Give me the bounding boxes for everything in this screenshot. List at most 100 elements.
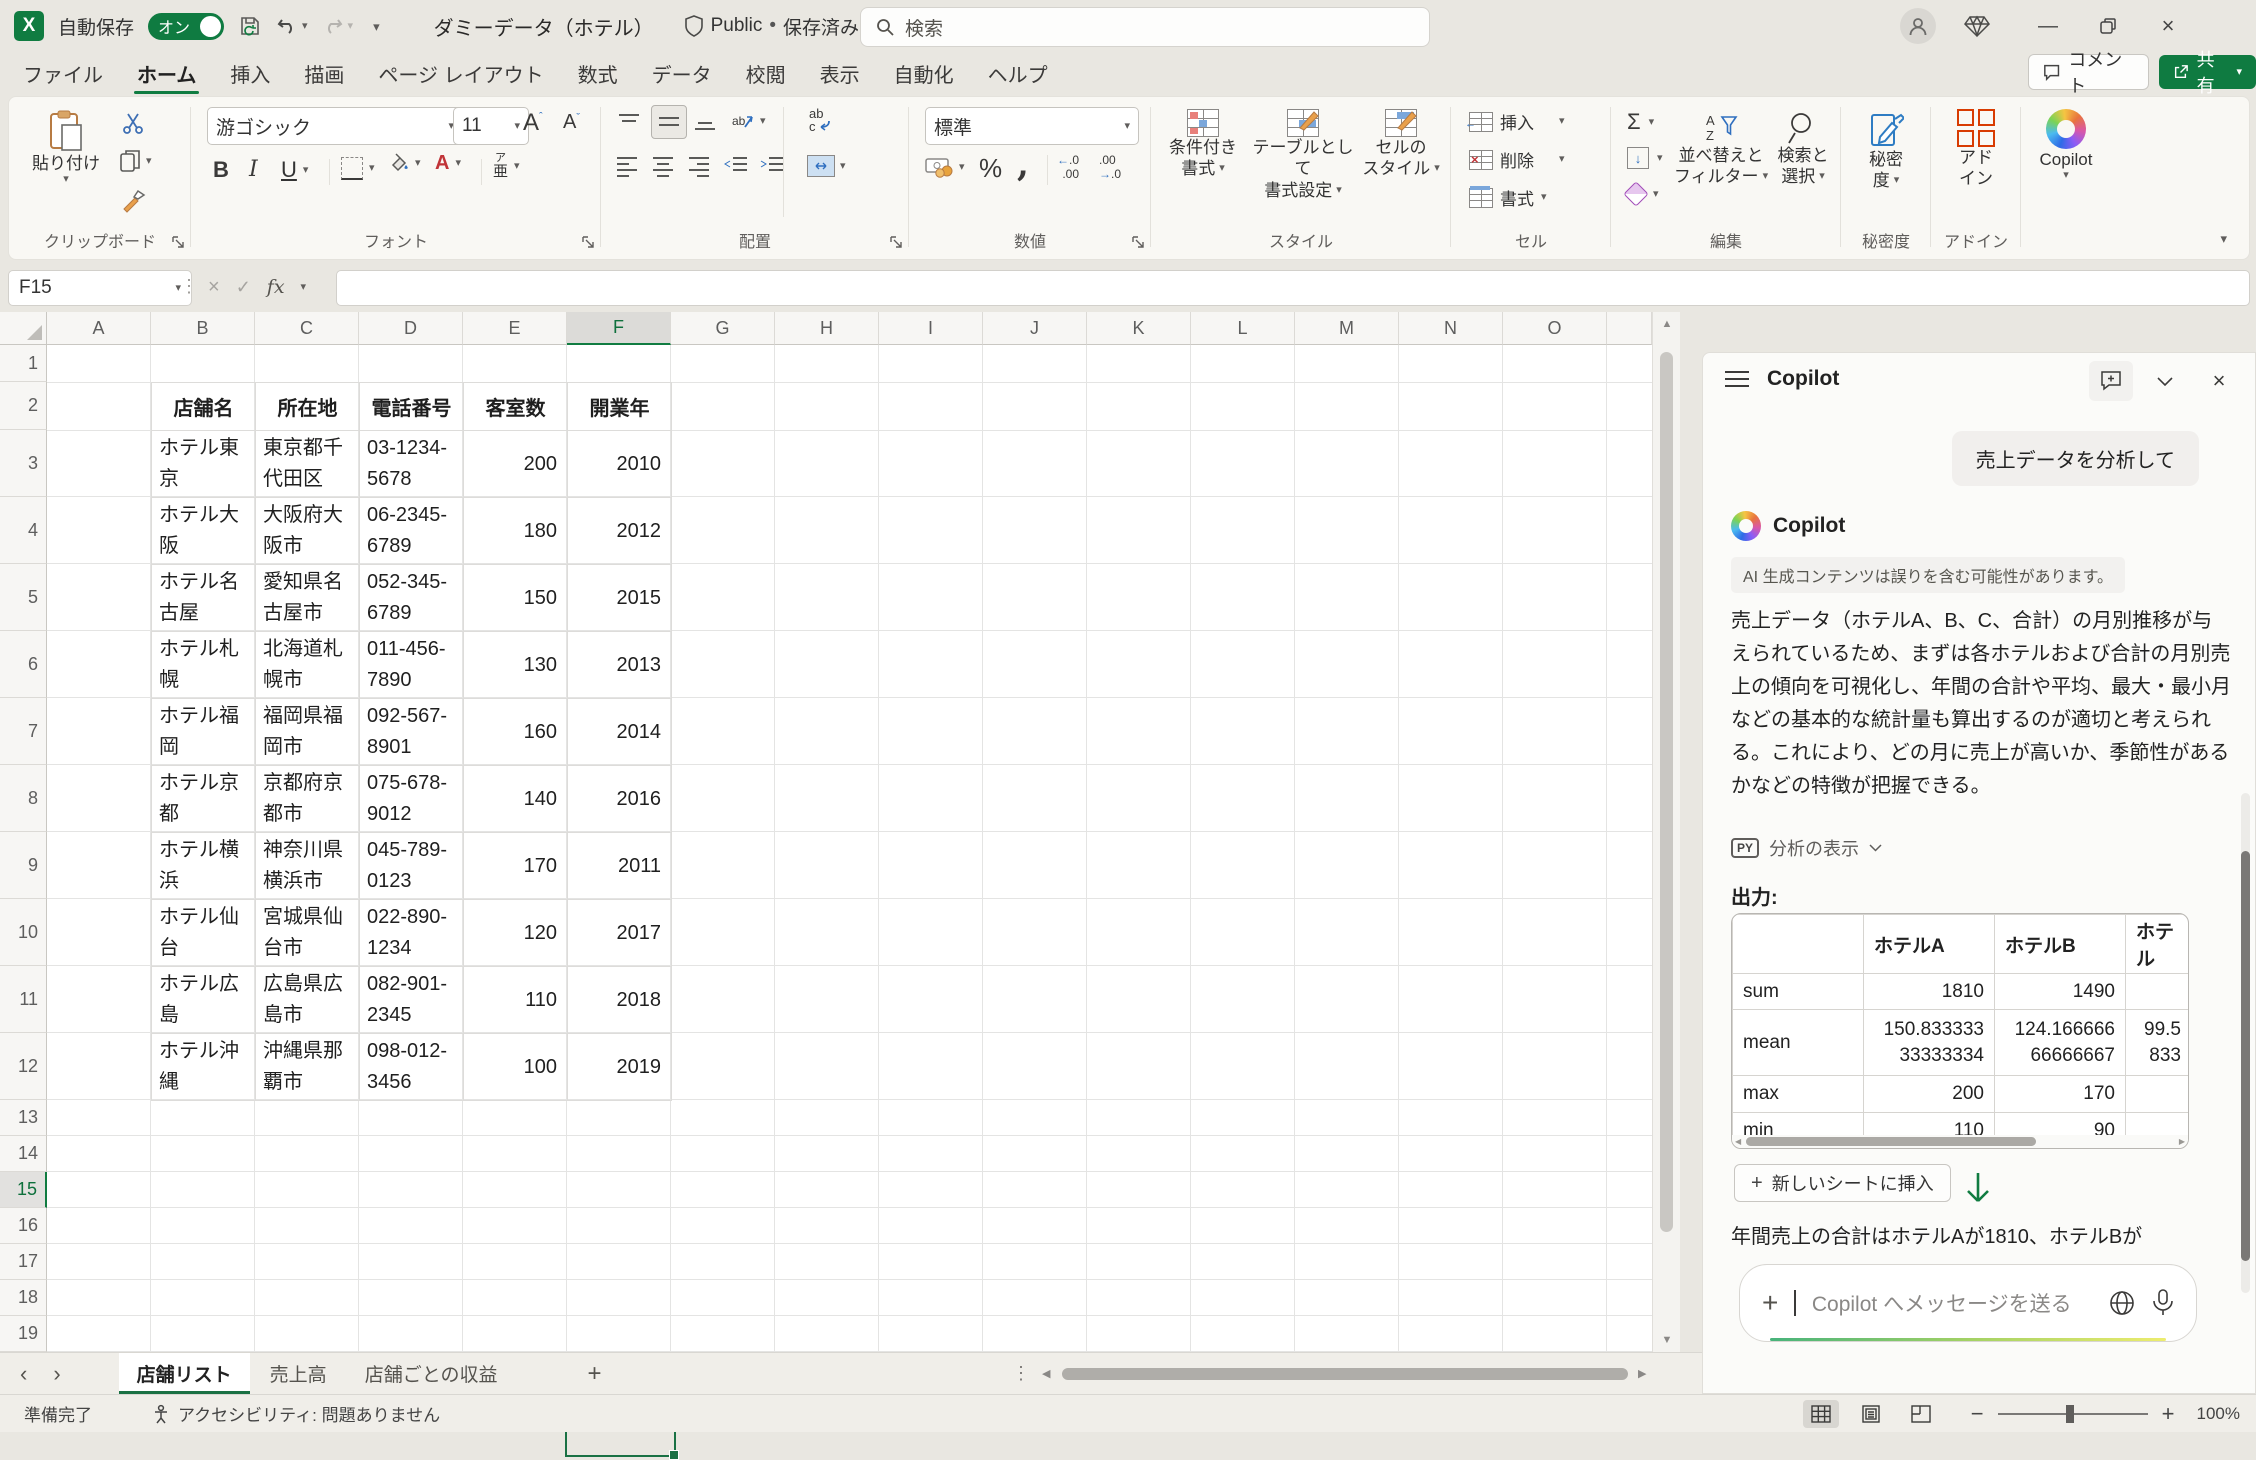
zoom-out-icon[interactable]: − xyxy=(1971,1401,1984,1427)
column-header[interactable]: D xyxy=(359,312,463,345)
microphone-icon[interactable] xyxy=(2152,1289,2174,1317)
save-icon[interactable] xyxy=(238,14,262,38)
row-header[interactable]: 1 xyxy=(0,345,47,382)
decrease-indent-button[interactable] xyxy=(723,153,749,177)
bold-button[interactable]: B xyxy=(213,157,229,183)
new-chat-button[interactable] xyxy=(2089,361,2133,401)
zoom-in-icon[interactable]: + xyxy=(2162,1401,2175,1427)
cell-phone[interactable]: 082-901-2345 xyxy=(360,967,464,1034)
cell-location[interactable]: 福岡県福岡市 xyxy=(256,699,360,766)
cell-store-name[interactable]: ホテル大阪 xyxy=(152,498,256,565)
column-header[interactable]: J xyxy=(983,312,1087,345)
row-header[interactable]: 2 xyxy=(0,382,47,430)
cell-store-name[interactable]: ホテル名古屋 xyxy=(152,565,256,632)
cell-opening-year[interactable]: 2017 xyxy=(568,900,672,967)
paste-button[interactable]: 貼り付け▾ xyxy=(23,109,109,185)
align-bottom-button[interactable] xyxy=(693,111,717,133)
document-title[interactable]: ダミーデータ（ホテル） xyxy=(434,12,654,41)
autosave-toggle[interactable]: オン xyxy=(148,13,224,40)
cell-phone[interactable]: 03-1234-5678 xyxy=(360,431,464,498)
cell-opening-year[interactable]: 2016 xyxy=(568,766,672,833)
cell-location[interactable]: 宮城県仙台市 xyxy=(256,900,360,967)
borders-button[interactable]: ▾ xyxy=(341,157,375,180)
normal-view-button[interactable] xyxy=(1803,1400,1839,1428)
premium-gem-icon[interactable] xyxy=(1964,14,1990,38)
merge-center-button[interactable]: ▾ xyxy=(807,155,846,177)
sort-filter-button[interactable]: AZ 並べ替えと フィルター▾ xyxy=(1673,111,1769,188)
tab-help[interactable]: ヘルプ xyxy=(971,52,1065,94)
cell-phone[interactable]: 06-2345-6789 xyxy=(360,498,464,565)
column-header[interactable] xyxy=(1607,312,1652,345)
row-header[interactable]: 18 xyxy=(0,1280,47,1316)
row-header[interactable]: 5 xyxy=(0,564,47,631)
cell-location[interactable]: 沖縄県那覇市 xyxy=(256,1034,360,1101)
scroll-to-bottom-icon[interactable] xyxy=(1965,1171,1991,1205)
font-name-select[interactable]: 游ゴシック▾ xyxy=(207,107,463,145)
cell-opening-year[interactable]: 2011 xyxy=(568,833,672,900)
cell-store-name[interactable]: ホテル京都 xyxy=(152,766,256,833)
cell-rooms[interactable]: 180 xyxy=(464,498,568,565)
prev-sheet-icon[interactable]: ‹ xyxy=(20,1361,27,1387)
row-header[interactable]: 10 xyxy=(0,899,47,966)
add-sheet-icon[interactable]: + xyxy=(588,1360,602,1388)
cell-location[interactable]: 東京都千代田区 xyxy=(256,431,360,498)
tab-view[interactable]: 表示 xyxy=(803,52,877,94)
output-table-container[interactable]: ホテルA ホテルB ホテル sum 1810 1490 mean xyxy=(1731,913,2189,1149)
cell-store-name[interactable]: ホテル横浜 xyxy=(152,833,256,900)
scroll-up-icon[interactable]: ▲ xyxy=(1653,318,1681,330)
share-button[interactable]: 共有▾ xyxy=(2159,55,2256,89)
cell-opening-year[interactable]: 2010 xyxy=(568,431,672,498)
cell-opening-year[interactable]: 2018 xyxy=(568,967,672,1034)
cell-store-name[interactable]: ホテル東京 xyxy=(152,431,256,498)
header-rooms[interactable]: 客室数 xyxy=(464,383,568,431)
find-select-button[interactable]: 検索と 選択▾ xyxy=(1769,111,1837,188)
select-all-corner[interactable] xyxy=(0,312,47,345)
header-opening-year[interactable]: 開業年 xyxy=(568,383,672,431)
cell-opening-year[interactable]: 2019 xyxy=(568,1034,672,1101)
cell-rooms[interactable]: 110 xyxy=(464,967,568,1034)
cell-rooms[interactable]: 170 xyxy=(464,833,568,900)
align-right-button[interactable] xyxy=(687,153,711,177)
cell-phone[interactable]: 075-678-9012 xyxy=(360,766,464,833)
wrap-text-button[interactable]: abc xyxy=(807,105,837,135)
row-header[interactable]: 15 xyxy=(0,1172,47,1208)
fill-color-button[interactable]: ▾ xyxy=(387,153,421,173)
header-location[interactable]: 所在地 xyxy=(256,383,360,431)
cell-rooms[interactable]: 160 xyxy=(464,699,568,766)
hscroll-right-icon[interactable]: ▶ xyxy=(1638,1367,1646,1380)
sheet-tab-revenue[interactable]: 店舗ごとの収益 xyxy=(347,1353,516,1394)
cell-opening-year[interactable]: 2012 xyxy=(568,498,672,565)
cut-button[interactable] xyxy=(121,111,145,135)
formula-bar-chevron-icon[interactable]: ▾ xyxy=(301,282,307,293)
tab-home[interactable]: ホーム xyxy=(120,52,213,94)
cancel-entry-icon[interactable]: × xyxy=(208,276,220,299)
row-header[interactable]: 7 xyxy=(0,698,47,765)
row-header[interactable]: 3 xyxy=(0,430,47,497)
column-header[interactable]: K xyxy=(1087,312,1191,345)
tab-automate[interactable]: 自動化 xyxy=(877,52,971,94)
cell-store-name[interactable]: ホテル広島 xyxy=(152,967,256,1034)
close-pane-button[interactable]: × xyxy=(2197,361,2241,401)
align-left-button[interactable] xyxy=(615,153,639,177)
zoom-level[interactable]: 100% xyxy=(2197,1404,2240,1424)
tab-file[interactable]: ファイル xyxy=(6,52,120,94)
cell-rooms[interactable]: 100 xyxy=(464,1034,568,1101)
avatar[interactable] xyxy=(1900,8,1936,44)
column-header[interactable]: H xyxy=(775,312,879,345)
analysis-toggle[interactable]: PY 分析の表示 xyxy=(1731,835,1882,861)
cell-phone[interactable]: 092-567-8901 xyxy=(360,699,464,766)
align-top-button[interactable] xyxy=(617,111,641,133)
cell-store-name[interactable]: ホテル仙台 xyxy=(152,900,256,967)
comma-style-button[interactable]: , xyxy=(1017,145,1029,185)
cell-styles-button[interactable]: セルの スタイル▾ xyxy=(1357,109,1445,180)
number-dialog-launcher[interactable] xyxy=(1132,236,1145,249)
orientation-button[interactable]: ab ▾ xyxy=(731,109,766,133)
cell-store-name[interactable]: ホテル福岡 xyxy=(152,699,256,766)
cell-phone[interactable]: 045-789-0123 xyxy=(360,833,464,900)
tabbar-menu-icon[interactable]: ⋮ xyxy=(1012,1363,1030,1384)
cell-phone[interactable]: 022-890-1234 xyxy=(360,900,464,967)
copilot-ribbon-button[interactable]: Copilot▾ xyxy=(2029,109,2103,181)
header-phone[interactable]: 電話番号 xyxy=(360,383,464,431)
column-header[interactable]: A xyxy=(47,312,151,345)
worksheet-grid[interactable]: ABCDEFGHIJKLMNO 123456789101112131415161… xyxy=(0,312,1680,1352)
